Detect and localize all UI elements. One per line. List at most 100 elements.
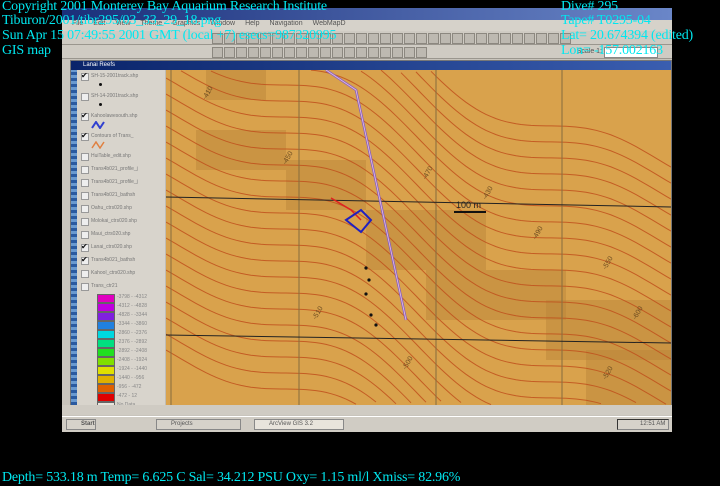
view-window-title[interactable]: Lanai Reefs: [71, 61, 671, 70]
ramp-label: -1440 - -956: [117, 375, 144, 381]
toolbar-button[interactable]: [380, 47, 391, 58]
contour-line: [416, 72, 671, 183]
legend-layer[interactable]: Maui_ctrs020.shp: [77, 228, 165, 241]
color-ramp-entry: -2892 - -2408: [77, 347, 165, 356]
toolbar-button[interactable]: [224, 47, 235, 58]
layer-label: Lanai_ctrs020.shp: [91, 244, 132, 250]
toolbar-button[interactable]: [236, 47, 247, 58]
legend-layer[interactable]: Trans4b021_bathsh: [77, 189, 165, 202]
legend-layer[interactable]: HuiTable_edit.shp: [77, 150, 165, 163]
layer-label: HuiTable_edit.shp: [91, 153, 131, 159]
toolbar-button[interactable]: [488, 33, 499, 44]
toolbar-button[interactable]: [392, 33, 403, 44]
legend-layer[interactable]: Trans4b021_profile_j: [77, 163, 165, 176]
toolbar-button[interactable]: [524, 33, 535, 44]
toolbar-button[interactable]: [308, 47, 319, 58]
legend-layer[interactable]: Contours of Trans_: [77, 130, 165, 150]
menu-item[interactable]: WebMapD: [313, 20, 346, 27]
legend-layer[interactable]: Trans_ctr21: [77, 280, 165, 293]
sample-point: [374, 323, 377, 326]
layer-checkbox[interactable]: [81, 257, 89, 265]
sample-point: [369, 313, 372, 316]
layer-checkbox[interactable]: [81, 270, 89, 278]
toolbar-button[interactable]: [248, 47, 259, 58]
layer-label: Trans4b021_profile_j: [91, 166, 138, 172]
layer-checkbox[interactable]: [81, 73, 89, 81]
contour-line: [166, 94, 671, 311]
layer-label: SH-15-2001track.shp: [91, 73, 138, 79]
overlay-filename: Tiburon/2001/tibr295/03_33_29_18.png: [2, 13, 221, 28]
toolbar-button[interactable]: [464, 33, 475, 44]
legend-layer[interactable]: SH-15-2001track.shp: [77, 70, 165, 90]
toolbar-button[interactable]: [536, 33, 547, 44]
start-button[interactable]: Start: [66, 419, 96, 430]
ramp-label: -2860 - -2376: [117, 330, 147, 336]
layer-checkbox[interactable]: [81, 205, 89, 213]
toolbar-button[interactable]: [260, 47, 271, 58]
ramp-label: -2892 - -2408: [117, 348, 147, 354]
toolbar-button[interactable]: [428, 33, 439, 44]
toolbar-button[interactable]: [416, 33, 427, 44]
toolbar-button[interactable]: [404, 47, 415, 58]
legend-layer[interactable]: Lanai_ctrs020.shp: [77, 241, 165, 254]
ramp-label: -2376 - -2892: [117, 339, 147, 345]
toolbar-button[interactable]: [368, 47, 379, 58]
layer-checkbox[interactable]: [81, 192, 89, 200]
layer-checkbox[interactable]: [81, 179, 89, 187]
color-ramp-entry: -4828 - -3344: [77, 311, 165, 320]
ramp-label: -2408 - -1924: [117, 357, 147, 363]
legend-layer[interactable]: Kahool_ctrs020.shp: [77, 267, 165, 280]
toolbar-button[interactable]: [476, 33, 487, 44]
depth-shading: [206, 70, 266, 100]
overlay-datetime: Sun Apr 15 07:49:55 2001 GMT (local +7) …: [2, 28, 336, 43]
layer-checkbox[interactable]: [81, 283, 89, 291]
overlay-tape: Tape# T0295-04: [561, 13, 651, 28]
toolbar-button[interactable]: [356, 47, 367, 58]
legend-layer[interactable]: Trans4b021_bathsh: [77, 254, 165, 267]
toolbar-button[interactable]: [296, 47, 307, 58]
taskbar-arcview[interactable]: ArcView GIS 3.2: [254, 419, 344, 430]
toolbar-button[interactable]: [404, 33, 415, 44]
layer-checkbox[interactable]: [81, 133, 89, 141]
legend-layer[interactable]: Molokai_ctrs020.shp: [77, 215, 165, 228]
toolbar-button[interactable]: [380, 33, 391, 44]
toolbar-button[interactable]: [512, 33, 523, 44]
map-canvas[interactable]: 100 m-410-450-500-510-520-470-430-490-55…: [166, 70, 671, 405]
contour-line: [166, 318, 396, 404]
legend-layer[interactable]: SH-14-2001track.shp: [77, 90, 165, 110]
toolbar-button[interactable]: [500, 33, 511, 44]
toolbar-button[interactable]: [356, 33, 367, 44]
menu-item[interactable]: Navigation: [270, 20, 303, 27]
legend-layer[interactable]: Kahoolawesouth.shp: [77, 110, 165, 130]
overlay-lat: Lat= 20.674394 (edited): [561, 28, 693, 43]
legend-layer[interactable]: Trans4b021_profile_j: [77, 176, 165, 189]
scale-bar-label: 100 m: [456, 200, 481, 210]
toolbar-button[interactable]: [452, 33, 463, 44]
toolbar-button[interactable]: [344, 33, 355, 44]
layer-checkbox[interactable]: [81, 218, 89, 226]
color-ramp-entry: -472 - 12: [77, 392, 165, 401]
toolbar-button[interactable]: [332, 47, 343, 58]
toolbar-button[interactable]: [392, 47, 403, 58]
toolbar-button[interactable]: [344, 47, 355, 58]
color-ramp-entry: -3798 - -4312: [77, 293, 165, 302]
bathymetry-map[interactable]: 100 m-410-450-500-510-520-470-430-490-55…: [166, 70, 671, 405]
layer-checkbox[interactable]: [81, 166, 89, 174]
layer-checkbox[interactable]: [81, 113, 89, 121]
toolbar-button[interactable]: [284, 47, 295, 58]
layer-checkbox[interactable]: [81, 244, 89, 252]
toolbar-button[interactable]: [440, 33, 451, 44]
legend-layer[interactable]: Oahu_ctrs020.shp: [77, 202, 165, 215]
toolbar-button[interactable]: [416, 47, 427, 58]
toolbar-button[interactable]: [272, 47, 283, 58]
toolbar-button[interactable]: [212, 47, 223, 58]
toolbar-button[interactable]: [368, 33, 379, 44]
layer-label: Trans4b021_bathsh: [91, 192, 135, 198]
taskbar-projects[interactable]: Projects: [156, 419, 241, 430]
menu-item[interactable]: Help: [245, 20, 259, 27]
toolbar-button[interactable]: [548, 33, 559, 44]
layer-checkbox[interactable]: [81, 93, 89, 101]
toolbar-button[interactable]: [320, 47, 331, 58]
layer-checkbox[interactable]: [81, 231, 89, 239]
layer-checkbox[interactable]: [81, 153, 89, 161]
